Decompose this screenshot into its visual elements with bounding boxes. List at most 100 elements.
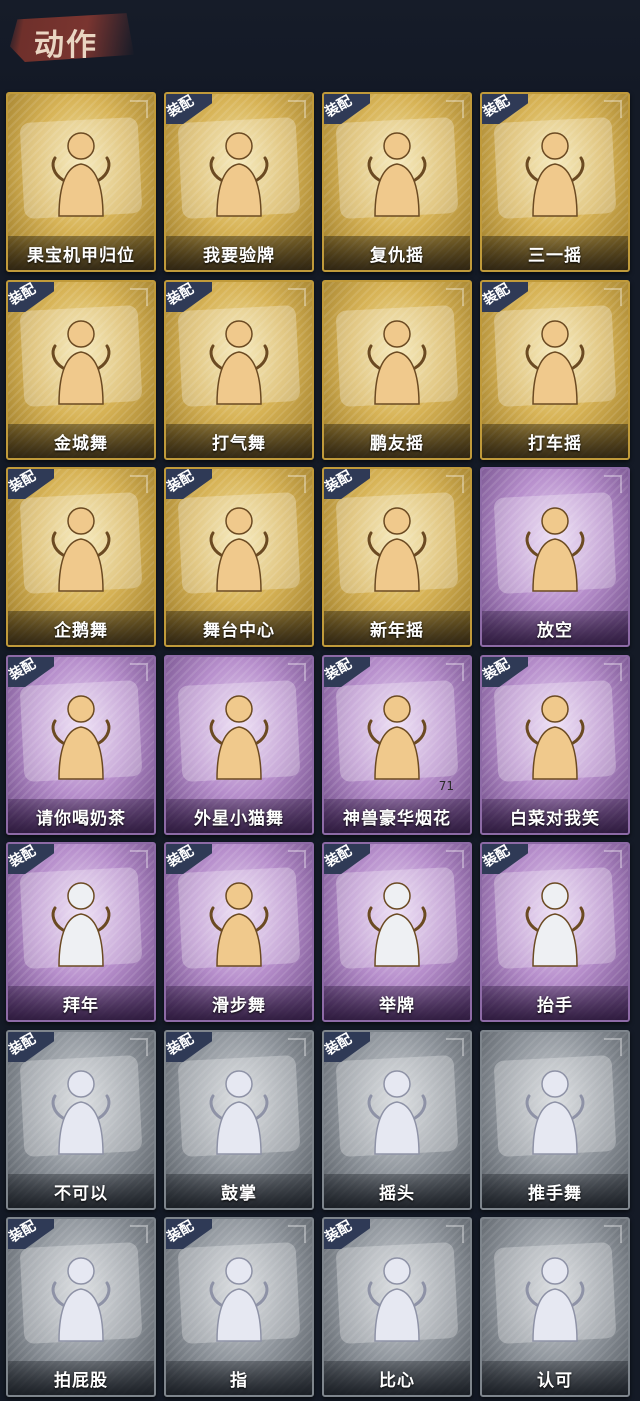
head-shake-icon <box>367 1070 427 1155</box>
emote-card[interactable]: 装配 复仇摇 <box>322 92 472 272</box>
equipped-badge-label: 装配 <box>480 92 513 121</box>
emote-name: 抬手 <box>537 995 573 1016</box>
emote-name: 不可以 <box>54 1183 108 1204</box>
bow-pose-icon <box>51 882 111 967</box>
corner-ornament <box>446 850 464 868</box>
corner-ornament <box>604 288 622 306</box>
emote-card[interactable]: 装配三一摇 <box>480 92 630 272</box>
equipped-badge: 装配 <box>8 844 54 874</box>
emote-card[interactable]: 装配 舞台中心 <box>164 467 314 647</box>
emote-card[interactable]: 认可 <box>480 1217 630 1397</box>
corner-ornament <box>288 1225 306 1243</box>
dance-pose-icon <box>51 320 111 405</box>
equipped-badge-label: 装配 <box>6 280 39 309</box>
banner-pose-icon <box>51 695 111 780</box>
emote-card[interactable]: 鹏友摇 <box>322 280 472 460</box>
equipped-badge-label: 装配 <box>6 1030 39 1059</box>
equipped-badge: 装配 <box>6 1030 54 1062</box>
emote-card[interactable]: 装配不可以 <box>6 1030 156 1210</box>
corner-ornament <box>446 288 464 306</box>
equipped-badge-label: 装配 <box>164 1030 197 1059</box>
emote-name: 鼓掌 <box>221 1183 257 1204</box>
emote-card[interactable]: 推手舞 <box>480 1030 630 1210</box>
raise-hand-icon <box>525 882 585 967</box>
emote-card[interactable]: 装配请你喝奶茶 <box>6 655 156 835</box>
card-label-bar: 抬手 <box>482 986 628 1020</box>
card-label-bar: 金城舞 <box>8 424 154 458</box>
corner-ornament <box>288 663 306 681</box>
emote-name: 企鹅舞 <box>54 620 108 641</box>
card-label-bar: 外星小猫舞 <box>166 799 312 833</box>
equipped-badge-label: 装配 <box>164 842 197 871</box>
equipped-badge: 装配 <box>164 467 212 499</box>
dance-pose-icon <box>525 695 585 780</box>
emote-card[interactable]: 装配 滑步舞 <box>164 842 314 1022</box>
emote-card[interactable]: 装配 新年摇 <box>322 467 472 647</box>
sign-holding-icon <box>367 882 427 967</box>
dance-pose-icon <box>209 320 269 405</box>
emote-name: 我要验牌 <box>203 245 275 266</box>
card-label-bar: 指 <box>166 1361 312 1395</box>
equipped-badge: 装配 <box>482 282 528 312</box>
emote-card[interactable]: 装配指 <box>164 1217 314 1397</box>
corner-ornament <box>130 663 148 681</box>
corner-ornament <box>604 1038 622 1056</box>
card-label-bar: 神兽豪华烟花 <box>324 799 470 833</box>
corner-ornament <box>446 100 464 118</box>
emote-card[interactable]: 装配 拜年 <box>6 842 156 1022</box>
equipped-badge: 装配 <box>8 657 54 687</box>
emote-card[interactable]: 装配 企鹅舞 <box>6 467 156 647</box>
emote-name: 打气舞 <box>212 433 266 454</box>
equipped-badge: 装配 <box>166 1219 212 1249</box>
equipped-badge: 装配 <box>324 844 370 874</box>
equipped-badge: 装配 <box>324 657 370 687</box>
thumbs-up-icon <box>525 1257 585 1342</box>
corner-ornament <box>288 100 306 118</box>
card-label-bar: 比心 <box>324 1361 470 1395</box>
emote-card[interactable]: 装配鼓掌 <box>164 1030 314 1210</box>
emote-name: 拍屁股 <box>54 1370 108 1391</box>
card-label-bar: 滑步舞 <box>166 986 312 1020</box>
emote-card[interactable]: 装配 抬手 <box>480 842 630 1022</box>
emote-name: 果宝机甲归位 <box>27 245 135 266</box>
emote-name: 鹏友摇 <box>370 433 424 454</box>
equipped-badge-label: 装配 <box>164 92 197 121</box>
equipped-badge-label: 装配 <box>164 280 197 309</box>
corner-ornament <box>288 475 306 493</box>
emote-card[interactable]: 装配 拍屁股 <box>6 1217 156 1397</box>
dance-pose-icon <box>367 132 427 217</box>
card-label-bar: 拜年 <box>8 986 154 1020</box>
corner-ornament <box>604 663 622 681</box>
corner-ornament <box>446 1038 464 1056</box>
dance-pose-icon <box>51 132 111 217</box>
corner-ornament <box>288 288 306 306</box>
card-label-bar: 举牌 <box>324 986 470 1020</box>
corner-ornament <box>288 1038 306 1056</box>
finger-wag-icon <box>51 1070 111 1155</box>
card-label-bar: 打车摇 <box>482 424 628 458</box>
emote-name: 请你喝奶茶 <box>36 808 126 829</box>
emote-card[interactable]: 71 装配 神兽豪华烟花 <box>322 655 472 835</box>
equipped-badge: 装配 <box>482 657 528 687</box>
emote-card[interactable]: 放空 <box>480 467 630 647</box>
equipped-badge-label: 装配 <box>164 467 197 496</box>
emote-name: 比心 <box>379 1370 415 1391</box>
emote-name: 举牌 <box>379 995 415 1016</box>
emote-card[interactable]: 装配比心 <box>322 1217 472 1397</box>
emote-name: 三一摇 <box>528 245 582 266</box>
emote-card[interactable]: 装配 打车摇 <box>480 280 630 460</box>
equipped-badge: 装配 <box>324 1219 370 1249</box>
emote-card[interactable]: 装配 摇头 <box>322 1030 472 1210</box>
dance-pose-icon <box>209 132 269 217</box>
corner-ornament <box>446 663 464 681</box>
page-header: 动作 <box>0 0 640 90</box>
emote-card[interactable]: 装配 白菜对我笑 <box>480 655 630 835</box>
emote-card[interactable]: 果宝机甲归位 <box>6 92 156 272</box>
card-label-bar: 果宝机甲归位 <box>8 236 154 270</box>
emote-card[interactable]: 装配我要验牌 <box>164 92 314 272</box>
emote-card[interactable]: 装配举牌 <box>322 842 472 1022</box>
emote-card[interactable]: 外星小猫舞 <box>164 655 314 835</box>
emote-card[interactable]: 装配金城舞 <box>6 280 156 460</box>
emote-name: 金城舞 <box>54 433 108 454</box>
emote-card[interactable]: 装配打气舞 <box>164 280 314 460</box>
